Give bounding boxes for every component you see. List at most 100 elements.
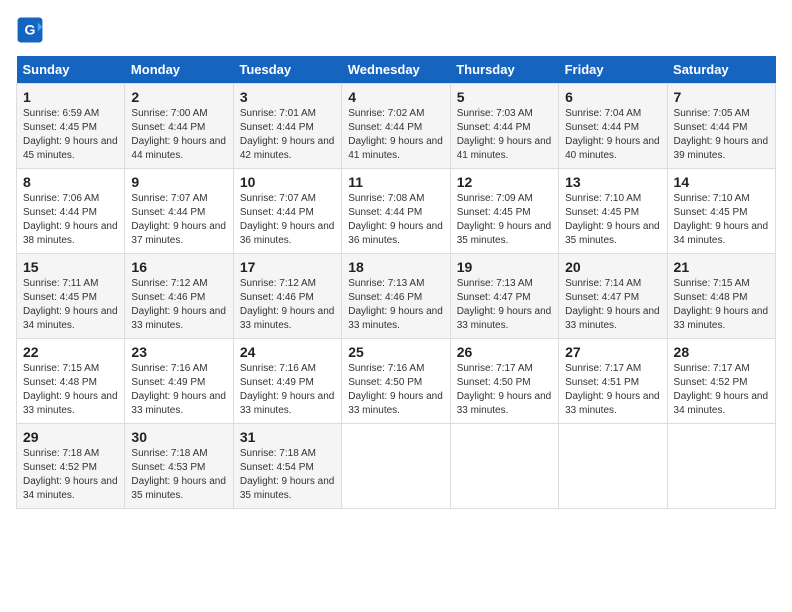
calendar-cell: 10 Sunrise: 7:07 AM Sunset: 4:44 PM Dayl… [233,169,341,254]
day-info: Sunrise: 7:07 AM Sunset: 4:44 PM Dayligh… [240,192,335,248]
calendar-cell: 24 Sunrise: 7:16 AM Sunset: 4:49 PM Dayl… [233,339,341,424]
calendar-cell: 20 Sunrise: 7:14 AM Sunset: 4:47 PM Dayl… [559,254,667,339]
calendar-cell: 23 Sunrise: 7:16 AM Sunset: 4:49 PM Dayl… [125,339,233,424]
logo: G [16,16,48,44]
day-info: Sunrise: 7:14 AM Sunset: 4:47 PM Dayligh… [565,277,660,333]
calendar-cell [667,424,775,509]
weekday-header-wednesday: Wednesday [342,56,450,84]
page-header: G [16,16,776,44]
day-info: Sunrise: 7:06 AM Sunset: 4:44 PM Dayligh… [23,192,118,248]
calendar-cell: 11 Sunrise: 7:08 AM Sunset: 4:44 PM Dayl… [342,169,450,254]
day-info: Sunrise: 7:02 AM Sunset: 4:44 PM Dayligh… [348,107,443,163]
day-number: 8 [23,174,118,190]
calendar-cell: 12 Sunrise: 7:09 AM Sunset: 4:45 PM Dayl… [450,169,558,254]
calendar-cell: 7 Sunrise: 7:05 AM Sunset: 4:44 PM Dayli… [667,84,775,169]
calendar-cell [450,424,558,509]
day-number: 10 [240,174,335,190]
day-number: 11 [348,174,443,190]
day-number: 29 [23,429,118,445]
calendar-cell: 15 Sunrise: 7:11 AM Sunset: 4:45 PM Dayl… [17,254,125,339]
calendar-week-4: 22 Sunrise: 7:15 AM Sunset: 4:48 PM Dayl… [17,339,776,424]
calendar-cell: 2 Sunrise: 7:00 AM Sunset: 4:44 PM Dayli… [125,84,233,169]
calendar-cell: 16 Sunrise: 7:12 AM Sunset: 4:46 PM Dayl… [125,254,233,339]
day-number: 19 [457,259,552,275]
calendar-cell: 8 Sunrise: 7:06 AM Sunset: 4:44 PM Dayli… [17,169,125,254]
day-number: 28 [674,344,769,360]
day-number: 17 [240,259,335,275]
day-info: Sunrise: 7:05 AM Sunset: 4:44 PM Dayligh… [674,107,769,163]
calendar-cell: 6 Sunrise: 7:04 AM Sunset: 4:44 PM Dayli… [559,84,667,169]
calendar-week-1: 1 Sunrise: 6:59 AM Sunset: 4:45 PM Dayli… [17,84,776,169]
calendar-cell: 18 Sunrise: 7:13 AM Sunset: 4:46 PM Dayl… [342,254,450,339]
weekday-header-saturday: Saturday [667,56,775,84]
calendar-week-5: 29 Sunrise: 7:18 AM Sunset: 4:52 PM Dayl… [17,424,776,509]
calendar-cell: 1 Sunrise: 6:59 AM Sunset: 4:45 PM Dayli… [17,84,125,169]
calendar-cell: 31 Sunrise: 7:18 AM Sunset: 4:54 PM Dayl… [233,424,341,509]
day-info: Sunrise: 7:04 AM Sunset: 4:44 PM Dayligh… [565,107,660,163]
calendar-cell: 3 Sunrise: 7:01 AM Sunset: 4:44 PM Dayli… [233,84,341,169]
day-number: 18 [348,259,443,275]
weekday-header-friday: Friday [559,56,667,84]
calendar-cell: 25 Sunrise: 7:16 AM Sunset: 4:50 PM Dayl… [342,339,450,424]
day-info: Sunrise: 7:18 AM Sunset: 4:53 PM Dayligh… [131,447,226,503]
day-info: Sunrise: 7:12 AM Sunset: 4:46 PM Dayligh… [240,277,335,333]
calendar-week-2: 8 Sunrise: 7:06 AM Sunset: 4:44 PM Dayli… [17,169,776,254]
weekday-header-thursday: Thursday [450,56,558,84]
day-info: Sunrise: 7:09 AM Sunset: 4:45 PM Dayligh… [457,192,552,248]
svg-text:G: G [25,22,36,38]
calendar-cell: 9 Sunrise: 7:07 AM Sunset: 4:44 PM Dayli… [125,169,233,254]
day-info: Sunrise: 7:16 AM Sunset: 4:49 PM Dayligh… [240,362,335,418]
calendar-cell: 28 Sunrise: 7:17 AM Sunset: 4:52 PM Dayl… [667,339,775,424]
day-number: 25 [348,344,443,360]
day-number: 1 [23,89,118,105]
calendar-cell: 26 Sunrise: 7:17 AM Sunset: 4:50 PM Dayl… [450,339,558,424]
weekday-header-tuesday: Tuesday [233,56,341,84]
day-number: 31 [240,429,335,445]
day-info: Sunrise: 7:12 AM Sunset: 4:46 PM Dayligh… [131,277,226,333]
day-info: Sunrise: 7:13 AM Sunset: 4:47 PM Dayligh… [457,277,552,333]
day-number: 2 [131,89,226,105]
calendar-cell [559,424,667,509]
day-number: 21 [674,259,769,275]
day-info: Sunrise: 7:16 AM Sunset: 4:50 PM Dayligh… [348,362,443,418]
day-number: 16 [131,259,226,275]
weekday-header-sunday: Sunday [17,56,125,84]
day-info: Sunrise: 7:07 AM Sunset: 4:44 PM Dayligh… [131,192,226,248]
day-number: 6 [565,89,660,105]
day-number: 15 [23,259,118,275]
day-info: Sunrise: 7:16 AM Sunset: 4:49 PM Dayligh… [131,362,226,418]
day-number: 20 [565,259,660,275]
calendar-cell [342,424,450,509]
day-info: Sunrise: 7:18 AM Sunset: 4:52 PM Dayligh… [23,447,118,503]
day-info: Sunrise: 7:11 AM Sunset: 4:45 PM Dayligh… [23,277,118,333]
day-number: 14 [674,174,769,190]
calendar-cell: 5 Sunrise: 7:03 AM Sunset: 4:44 PM Dayli… [450,84,558,169]
day-number: 13 [565,174,660,190]
day-info: Sunrise: 6:59 AM Sunset: 4:45 PM Dayligh… [23,107,118,163]
day-info: Sunrise: 7:17 AM Sunset: 4:51 PM Dayligh… [565,362,660,418]
day-number: 22 [23,344,118,360]
day-info: Sunrise: 7:15 AM Sunset: 4:48 PM Dayligh… [23,362,118,418]
calendar-cell: 29 Sunrise: 7:18 AM Sunset: 4:52 PM Dayl… [17,424,125,509]
day-number: 24 [240,344,335,360]
day-number: 3 [240,89,335,105]
day-info: Sunrise: 7:13 AM Sunset: 4:46 PM Dayligh… [348,277,443,333]
day-number: 4 [348,89,443,105]
day-info: Sunrise: 7:03 AM Sunset: 4:44 PM Dayligh… [457,107,552,163]
calendar-cell: 21 Sunrise: 7:15 AM Sunset: 4:48 PM Dayl… [667,254,775,339]
day-info: Sunrise: 7:10 AM Sunset: 4:45 PM Dayligh… [565,192,660,248]
calendar-cell: 14 Sunrise: 7:10 AM Sunset: 4:45 PM Dayl… [667,169,775,254]
weekday-header-monday: Monday [125,56,233,84]
day-info: Sunrise: 7:01 AM Sunset: 4:44 PM Dayligh… [240,107,335,163]
day-info: Sunrise: 7:00 AM Sunset: 4:44 PM Dayligh… [131,107,226,163]
day-number: 30 [131,429,226,445]
day-info: Sunrise: 7:10 AM Sunset: 4:45 PM Dayligh… [674,192,769,248]
calendar-cell: 27 Sunrise: 7:17 AM Sunset: 4:51 PM Dayl… [559,339,667,424]
day-number: 12 [457,174,552,190]
day-number: 26 [457,344,552,360]
day-number: 23 [131,344,226,360]
day-number: 9 [131,174,226,190]
day-info: Sunrise: 7:17 AM Sunset: 4:52 PM Dayligh… [674,362,769,418]
calendar-cell: 19 Sunrise: 7:13 AM Sunset: 4:47 PM Dayl… [450,254,558,339]
calendar-table: SundayMondayTuesdayWednesdayThursdayFrid… [16,56,776,509]
